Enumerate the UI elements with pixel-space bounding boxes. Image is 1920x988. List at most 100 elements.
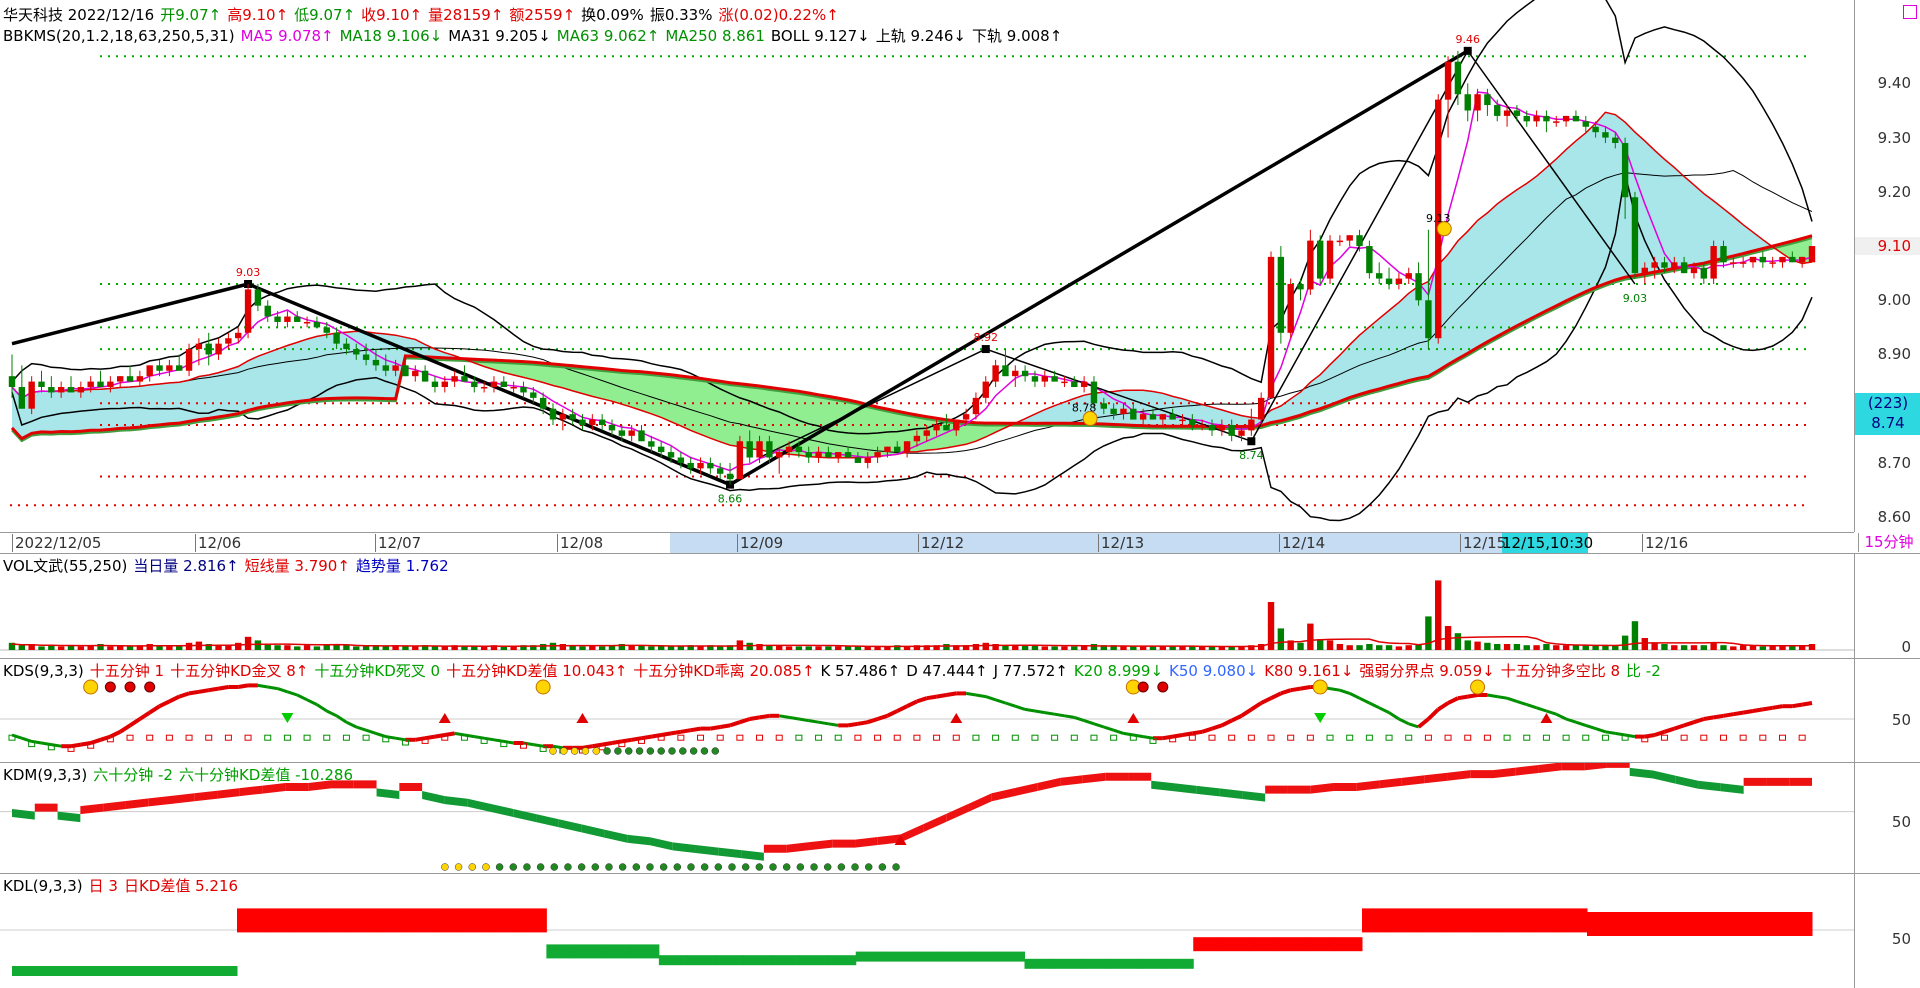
volume-bar — [107, 646, 114, 650]
kdm-band-segment — [353, 780, 377, 789]
kds-d-marker — [1483, 734, 1491, 741]
kds-k-segment — [218, 685, 229, 691]
candlestick-chart[interactable]: 9.038.668.928.788.749.139.469.03 — [0, 0, 1854, 532]
kds-d-marker — [874, 734, 882, 741]
candle-body — [766, 441, 773, 458]
kds-d-marker — [952, 734, 960, 741]
volume-bar — [1356, 645, 1363, 650]
volume-bar — [1789, 646, 1796, 650]
kdm-dot-icon — [454, 863, 463, 871]
candle-body — [608, 424, 616, 431]
volume-bar — [1159, 646, 1167, 650]
kds-k-segment — [1792, 702, 1803, 709]
volume-bar — [1317, 639, 1324, 650]
kds-dot-icon — [592, 747, 601, 755]
kds-k-segment — [1742, 709, 1754, 715]
kdm-band-segment — [604, 829, 628, 843]
kds-k-segment — [886, 709, 899, 718]
kds-d-marker — [1405, 734, 1413, 741]
kdl-band-segment — [827, 955, 857, 966]
kds-k-segment — [1220, 718, 1233, 728]
kds-d-marker — [913, 734, 921, 741]
kdm-band-segment — [1470, 770, 1494, 779]
date-label: 12/13 — [1098, 534, 1144, 552]
kds-k-segment — [729, 720, 741, 728]
kdm-band-segment — [1310, 783, 1334, 794]
kds-down-arrow-icon — [281, 713, 294, 723]
kdl-chart[interactable] — [0, 874, 1854, 988]
candle-body — [1730, 262, 1737, 264]
date-axis[interactable]: 12/15,10:30 2022/12/05 12/06 12/07 12/08 12/… — [0, 532, 1854, 554]
candle-body — [1621, 143, 1629, 198]
kdl-band-segment — [1530, 908, 1560, 933]
kdm-chart[interactable] — [0, 763, 1854, 873]
date-label: 12/14 — [1279, 534, 1325, 552]
volume-bar — [1139, 646, 1147, 650]
kdm-band-segment — [467, 798, 491, 812]
candle-body — [18, 387, 26, 409]
volume-bar — [1326, 640, 1334, 650]
kds-panel[interactable]: KDS(9,3,3) 十五分钟 1 十五分钟KD金叉 8↑ 十五分钟KD死叉 0 十五分… — [0, 658, 1854, 762]
kds-d-marker — [1385, 734, 1393, 741]
kdl-band-segment — [462, 908, 491, 933]
kdl-band-segment — [1193, 937, 1222, 952]
kdm-band-segment — [855, 837, 878, 848]
candle-body — [903, 441, 911, 453]
kds-k-segment — [1426, 707, 1440, 721]
kdl-panel[interactable]: KDL(9,3,3) 日 3 日KD差值 5.216 — [0, 873, 1854, 988]
kdm-dot-icon — [741, 863, 750, 871]
top-corner-icon[interactable] — [1903, 5, 1917, 19]
candle-body — [1189, 419, 1196, 425]
price-annotation: 8.92 — [974, 331, 999, 344]
volume-chart[interactable] — [0, 554, 1854, 658]
volume-bar — [648, 646, 655, 650]
candle-body — [136, 376, 144, 382]
candle-body — [1808, 246, 1816, 263]
kdm-panel[interactable]: KDM(9,3,3) 六十分钟 -2 六十分钟KD差值 -10.286 — [0, 762, 1854, 873]
kds-chart[interactable] — [0, 659, 1854, 762]
volume-bar — [972, 644, 980, 650]
kdl-band-segment — [546, 944, 575, 959]
kdl-band-segment — [1362, 908, 1391, 933]
candle-body — [264, 305, 271, 317]
volume-bar — [353, 646, 360, 650]
candle-body — [894, 446, 901, 453]
price-tick: 9.20 — [1877, 182, 1911, 201]
kdl-band-segment — [518, 908, 547, 933]
kds-d-marker — [146, 734, 154, 741]
kdm-band-segment — [1766, 777, 1790, 786]
kds-up-arrow-icon — [1540, 713, 1553, 723]
kdl-band-segment — [1052, 958, 1082, 969]
volume-bar — [126, 646, 134, 650]
period-label[interactable]: 15分钟 — [1858, 533, 1919, 552]
kds-k-segment — [1526, 703, 1538, 710]
pivot-marker — [1463, 46, 1472, 55]
volume-bar — [77, 646, 85, 650]
kdl-band-segment — [377, 908, 407, 933]
candle-body — [717, 468, 724, 474]
candle-body — [1720, 246, 1727, 263]
volume-bar — [677, 646, 685, 650]
kds-k-segment — [1555, 712, 1567, 721]
candle-body — [284, 316, 291, 322]
kdm-band-segment — [194, 790, 218, 802]
candle-body — [756, 441, 763, 458]
candle-body — [195, 343, 203, 350]
kdl-band-segment — [152, 966, 182, 976]
kdm-band-segment — [1196, 785, 1220, 797]
kdm-dot-icon — [769, 863, 777, 871]
candle-body — [471, 381, 478, 388]
candle-body — [1602, 132, 1609, 138]
kds-k-segment — [759, 713, 770, 720]
kds-d-marker — [1719, 734, 1727, 741]
volume-panel[interactable]: VOL文武(55,250) 当日量 2.816↑ 短线量 3.790↑ 趋势量 1.7… — [0, 553, 1854, 658]
candle-body — [776, 452, 783, 458]
kdm-band-segment — [832, 839, 856, 848]
kdm-band-segment — [308, 780, 331, 791]
kds-d-marker — [185, 734, 193, 741]
candle-body — [1789, 256, 1796, 263]
kdm-band-segment — [1356, 780, 1380, 791]
kds-k-segment — [1585, 723, 1597, 731]
candle-panel[interactable]: 华天科技 2022/12/16 开9.07↑ 高9.10↑ 低9.07↑ 收9.10↑ 量… — [0, 0, 1854, 532]
kdl-band-segment — [1249, 937, 1279, 952]
